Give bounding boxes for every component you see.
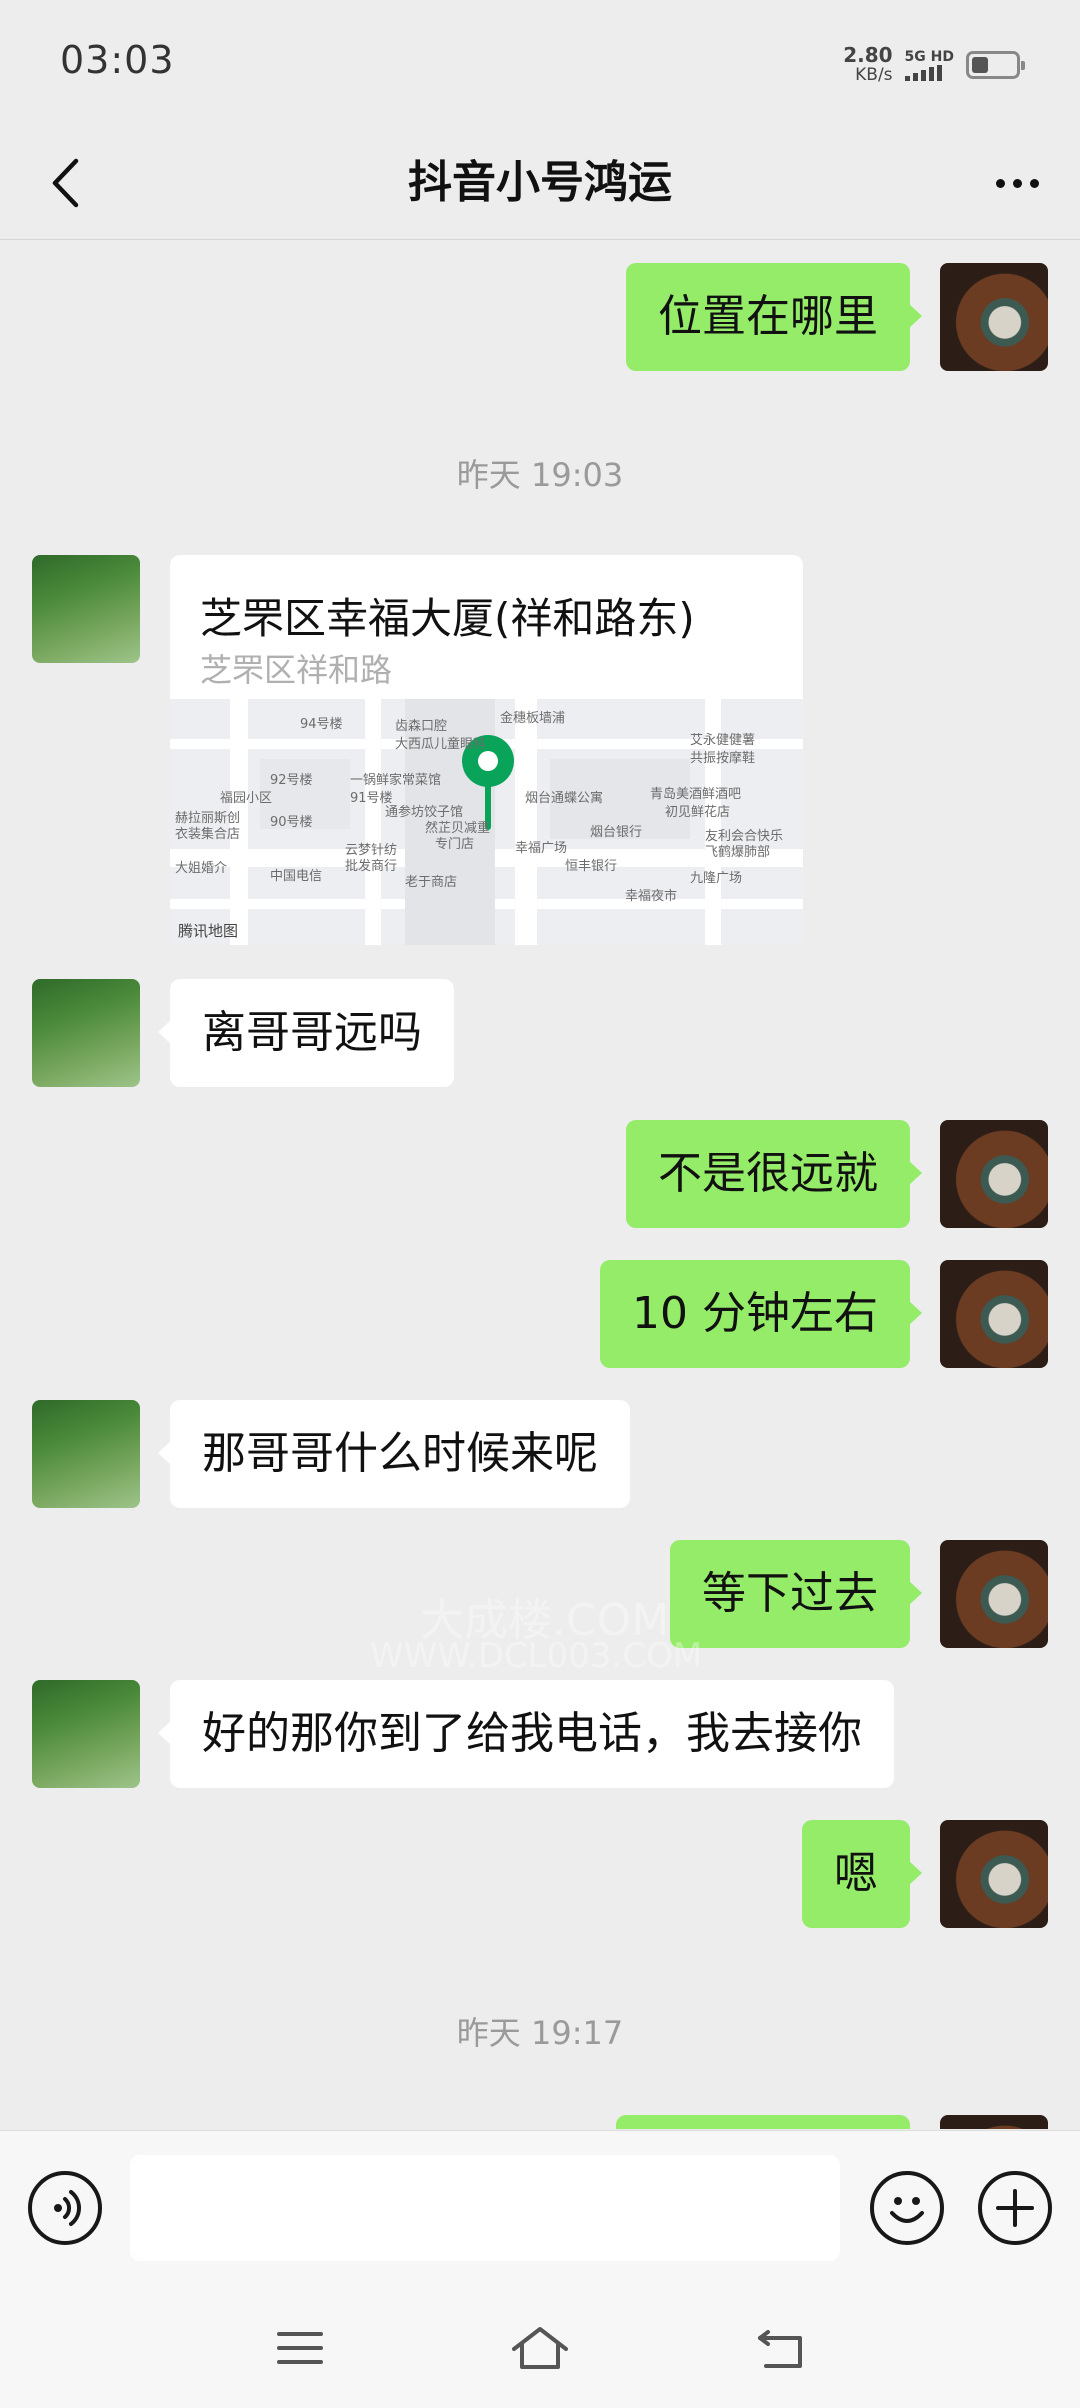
map-label: 九隆广场: [690, 871, 743, 886]
chevron-left-icon: [52, 158, 79, 208]
message-bubble-sent-partial[interactable]: [616, 2115, 910, 2129]
more-button[interactable]: [982, 148, 1052, 218]
location-subtitle: 芝罘区祥和路: [200, 651, 393, 689]
map-label: 飞鹤爆肺部: [705, 845, 771, 860]
more-dot-icon: [1012, 178, 1022, 188]
self-avatar[interactable]: [940, 1820, 1048, 1928]
map-label: 艾永健健薯: [690, 733, 756, 748]
network-speed-value: 2.80: [843, 43, 893, 67]
self-avatar[interactable]: [940, 2115, 1048, 2129]
status-indicators: 2.80 KB/s 5G HD: [843, 40, 1025, 90]
map-label: 中国电信: [270, 869, 323, 884]
map-label: 初见鲜花店: [665, 805, 731, 820]
message-bubble-received[interactable]: 离哥哥远吗: [158, 979, 454, 1087]
contact-avatar[interactable]: [32, 979, 140, 1087]
location-map-thumbnail: 94号楼 齿森口腔 金穗板墙浦 大西瓜儿童眼科 艾永健健薯 共振按摩鞋 92号楼…: [170, 699, 803, 945]
voice-input-button[interactable]: [28, 2171, 102, 2245]
contact-avatar[interactable]: [32, 1400, 140, 1508]
more-dot-icon: [1029, 178, 1039, 188]
map-label: 烟台通蝶公寓: [525, 791, 604, 806]
back-nav-button[interactable]: [740, 2308, 820, 2388]
map-label: 大西瓜儿童眼科: [395, 737, 487, 752]
map-label: 老于商店: [405, 875, 458, 890]
message-list[interactable]: 位置在哪里 昨天 19:03 芝罘区幸福大厦(祥和路东) 芝罘区祥和路 94号楼…: [0, 241, 1080, 2129]
home-icon: [512, 2327, 568, 2369]
network-speed-unit: KB/s: [855, 65, 893, 85]
more-functions-button[interactable]: [978, 2171, 1052, 2245]
signal-icon: 5G HD: [904, 49, 954, 81]
contact-avatar[interactable]: [32, 1680, 140, 1788]
chat-header: 抖音小号鸿运: [0, 126, 1080, 240]
status-time: 03:03: [60, 38, 175, 82]
message-timestamp: 昨天 19:17: [456, 2014, 624, 2052]
map-label: 共振按摩鞋: [690, 751, 756, 766]
map-label: 一锅鲜家常菜馆: [350, 773, 442, 788]
watermark-line-2: WWW.DCL003.COM: [370, 1636, 703, 1676]
message-bubble-sent[interactable]: 10 分钟左右: [600, 1260, 922, 1368]
map-provider: 腾讯地图: [178, 922, 239, 940]
map-label: 金穗板墙浦: [500, 711, 566, 726]
message-bubble-sent[interactable]: 位置在哪里: [626, 263, 922, 371]
message-timestamp: 昨天 19:03: [456, 456, 624, 494]
location-title: 芝罘区幸福大厦(祥和路东): [200, 594, 695, 643]
plus-icon: [996, 2189, 1034, 2227]
map-label: 批发商行: [345, 859, 398, 874]
network-speed: 2.80 KB/s: [843, 45, 892, 85]
network-type: 5G HD: [904, 49, 954, 65]
map-label: 专门店: [435, 837, 475, 852]
self-avatar[interactable]: [940, 1120, 1048, 1228]
contact-avatar[interactable]: [32, 555, 140, 663]
back-arrow-icon: [758, 2330, 802, 2368]
battery-icon: [966, 51, 1025, 79]
map-label: 94号楼: [300, 717, 343, 732]
map-label: 幸福夜市: [625, 889, 678, 904]
map-label: 大姐婚介: [175, 861, 228, 876]
message-bubble-received[interactable]: 好的那你到了给我电话，我去接你: [158, 1680, 894, 1788]
map-label: 烟台银行: [590, 825, 643, 840]
self-avatar[interactable]: [940, 263, 1048, 371]
message-bubble-sent[interactable]: 不是很远就: [626, 1120, 922, 1228]
message-bubble-sent[interactable]: 等下过去: [670, 1540, 922, 1648]
map-label: 福园小区: [220, 791, 273, 806]
map-label: 92号楼: [270, 773, 313, 788]
map-label: 齿森口腔: [395, 719, 448, 734]
voice-icon: [54, 2190, 81, 2226]
map-label: 青岛美酒鲜酒吧: [650, 787, 742, 802]
system-navigation-bar: [0, 2284, 1080, 2408]
smiley-icon: [890, 2197, 924, 2223]
map-label: 衣装集合店: [175, 827, 241, 842]
home-button[interactable]: [500, 2308, 580, 2388]
back-button[interactable]: [30, 148, 100, 218]
menu-button[interactable]: [260, 2308, 340, 2388]
message-bubble-received[interactable]: 那哥哥什么时候来呢: [158, 1400, 630, 1508]
menu-icon: [277, 2332, 323, 2364]
status-bar: 03:03 2.80 KB/s 5G HD: [0, 0, 1080, 126]
message-input[interactable]: [130, 2155, 840, 2261]
message-bubble-sent[interactable]: 嗯: [802, 1820, 922, 1928]
self-avatar[interactable]: [940, 1540, 1048, 1648]
message-input-bar: [0, 2130, 1080, 2284]
map-label: 幸福广场: [515, 841, 568, 856]
emoji-button[interactable]: [870, 2171, 944, 2245]
chat-title: 抖音小号鸿运: [408, 157, 672, 208]
more-dot-icon: [995, 178, 1005, 188]
location-message-card[interactable]: 芝罘区幸福大厦(祥和路东) 芝罘区祥和路 94号楼 齿森口腔 金穗板墙浦 大西瓜…: [170, 555, 803, 945]
map-label: 恒丰银行: [565, 859, 618, 874]
map-label: 90号楼: [270, 815, 313, 830]
self-avatar[interactable]: [940, 1260, 1048, 1368]
